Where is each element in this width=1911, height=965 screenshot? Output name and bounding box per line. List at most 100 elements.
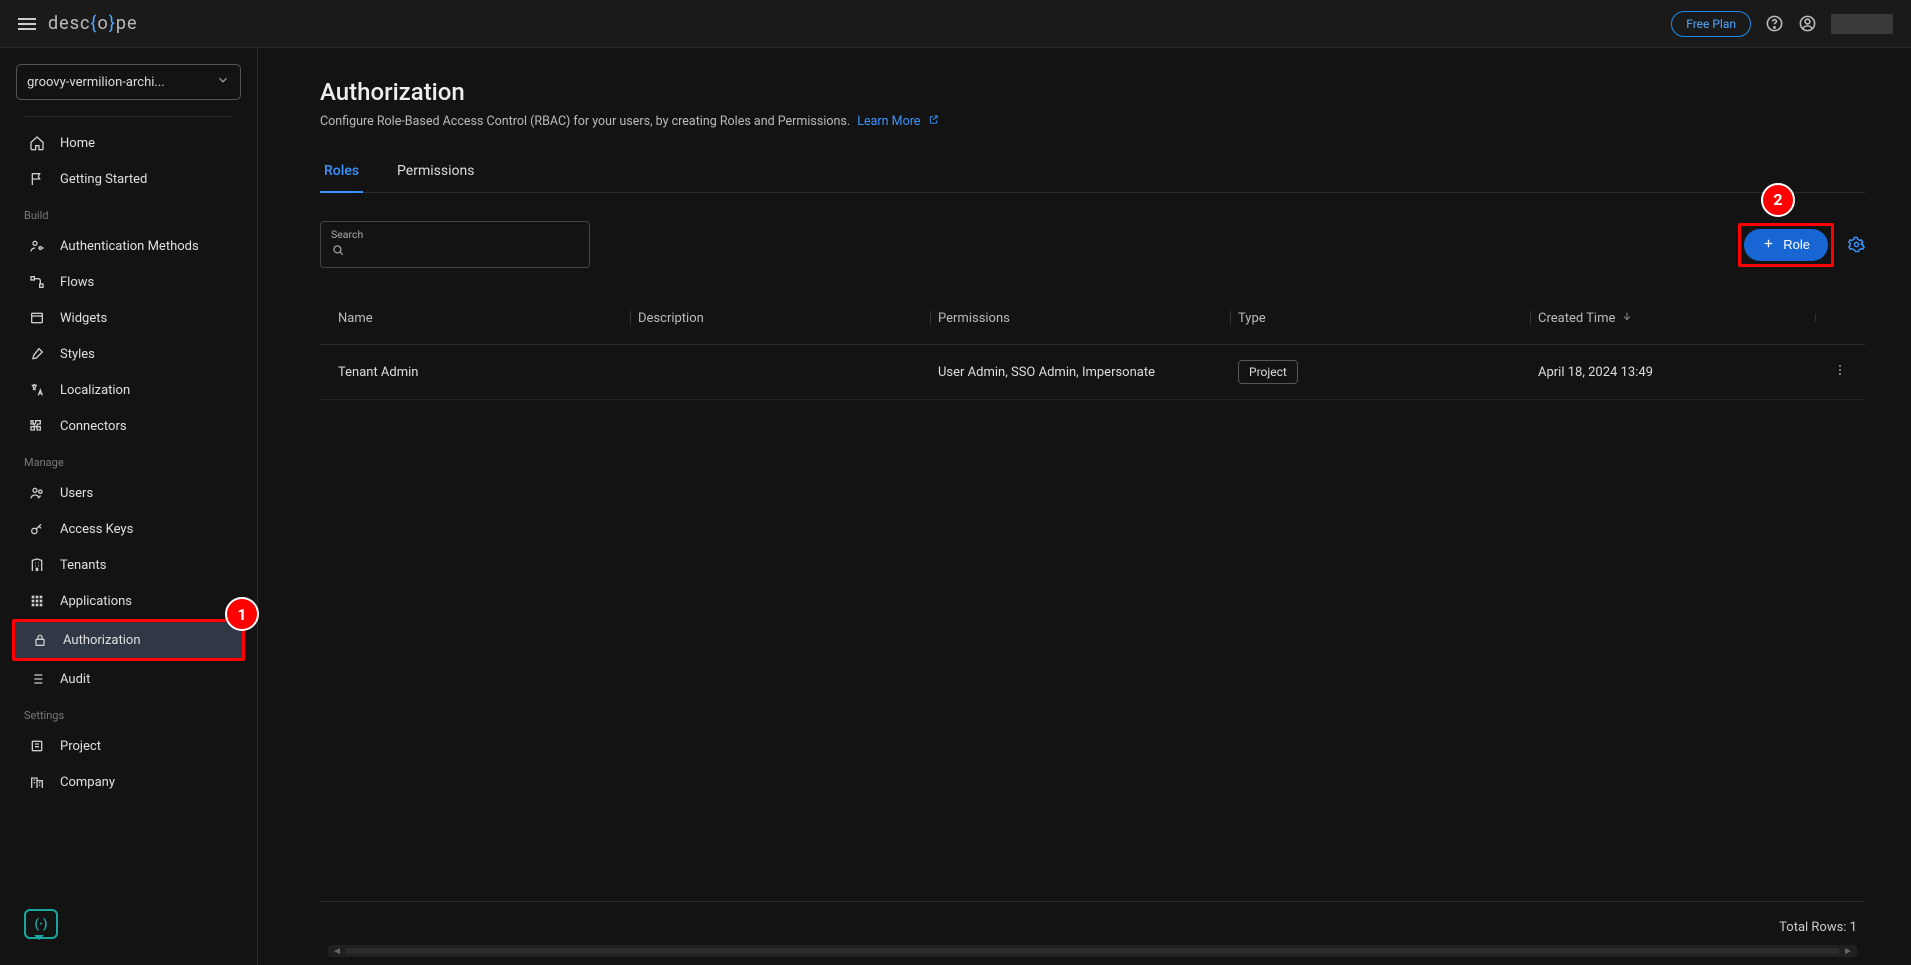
page-subtitle: Configure Role-Based Access Control (RBA… bbox=[320, 114, 1865, 129]
topbar: desc{o}pe Free Plan bbox=[0, 0, 1911, 48]
callout-badge-1: 1 bbox=[225, 597, 259, 631]
chat-widget-icon[interactable]: (·) bbox=[24, 909, 58, 939]
lock-icon bbox=[31, 631, 49, 649]
td-created-time: April 18, 2024 13:49 bbox=[1530, 359, 1815, 386]
user-name-pill[interactable] bbox=[1831, 14, 1893, 34]
sidebar-item-project[interactable]: Project bbox=[12, 728, 245, 764]
td-description bbox=[630, 366, 930, 378]
sidebar-item-applications[interactable]: Applications bbox=[12, 583, 245, 619]
scroll-left-icon[interactable]: ◄ bbox=[328, 946, 346, 957]
sidebar-item-label: Applications bbox=[60, 594, 132, 609]
account-icon[interactable] bbox=[1798, 14, 1817, 33]
callout-badge-2: 2 bbox=[1761, 183, 1795, 217]
users-icon bbox=[28, 484, 46, 502]
sidebar-item-home[interactable]: Home bbox=[12, 125, 245, 161]
sidebar-item-label: Getting Started bbox=[60, 172, 147, 187]
sidebar-item-label: Tenants bbox=[60, 558, 106, 573]
sidebar-item-auth-methods[interactable]: Authentication Methods bbox=[12, 228, 245, 264]
home-icon bbox=[28, 134, 46, 152]
sidebar-item-label: Project bbox=[60, 739, 101, 754]
add-role-label: Role bbox=[1783, 237, 1810, 252]
topbar-left: desc{o}pe bbox=[18, 13, 138, 34]
page-subtitle-text: Configure Role-Based Access Control (RBA… bbox=[320, 114, 850, 129]
sidebar-item-flows[interactable]: Flows bbox=[12, 264, 245, 300]
sidebar: groovy-vermilion-archi... Home Getting S… bbox=[0, 48, 258, 965]
flag-icon bbox=[28, 170, 46, 188]
sidebar-section-manage: Manage bbox=[8, 444, 249, 475]
sidebar-item-label: Flows bbox=[60, 275, 94, 290]
td-name: Tenant Admin bbox=[330, 359, 630, 386]
td-permissions: User Admin, SSO Admin, Impersonate bbox=[930, 359, 1230, 386]
toolbar: Search 2 Role bbox=[320, 221, 1865, 268]
flows-icon bbox=[28, 273, 46, 291]
free-plan-button[interactable]: Free Plan bbox=[1671, 11, 1751, 37]
th-actions bbox=[1815, 308, 1855, 328]
project-icon bbox=[28, 737, 46, 755]
row-menu-icon[interactable] bbox=[1815, 357, 1855, 387]
sidebar-section-settings: Settings bbox=[8, 697, 249, 728]
th-type[interactable]: Type bbox=[1230, 301, 1530, 336]
sidebar-item-label: Authorization bbox=[63, 633, 141, 648]
th-name[interactable]: Name bbox=[330, 301, 630, 336]
sidebar-item-users[interactable]: Users bbox=[12, 475, 245, 511]
logo: desc{o}pe bbox=[48, 13, 138, 34]
sidebar-item-widgets[interactable]: Widgets bbox=[12, 300, 245, 336]
person-key-icon bbox=[28, 237, 46, 255]
th-created-time[interactable]: Created Time bbox=[1530, 300, 1815, 336]
td-type: Project bbox=[1230, 359, 1530, 386]
sidebar-item-connectors[interactable]: Connectors bbox=[12, 408, 245, 444]
search-box[interactable]: Search bbox=[320, 221, 590, 268]
scroll-track[interactable] bbox=[346, 948, 1839, 954]
tab-roles[interactable]: Roles bbox=[320, 153, 363, 193]
building-icon bbox=[28, 556, 46, 574]
search-input[interactable] bbox=[351, 245, 579, 260]
hamburger-menu-icon[interactable] bbox=[18, 18, 36, 30]
help-icon[interactable] bbox=[1765, 14, 1784, 33]
add-role-button[interactable]: Role bbox=[1744, 229, 1828, 261]
plus-icon bbox=[1762, 237, 1775, 253]
tabs: Roles Permissions bbox=[320, 153, 1865, 193]
sidebar-item-authorization[interactable]: Authorization bbox=[12, 619, 245, 661]
apps-icon bbox=[28, 592, 46, 610]
sidebar-item-label: Company bbox=[60, 775, 115, 790]
project-select[interactable]: groovy-vermilion-archi... bbox=[16, 64, 241, 100]
sidebar-item-label: Authentication Methods bbox=[60, 239, 199, 254]
sidebar-section-build: Build bbox=[8, 197, 249, 228]
total-rows: Total Rows: 1 bbox=[320, 902, 1865, 945]
roles-table: Name Description Permissions Type Create… bbox=[320, 292, 1865, 400]
search-label: Search bbox=[331, 228, 579, 241]
sidebar-item-access-keys[interactable]: Access Keys bbox=[12, 511, 245, 547]
table-row[interactable]: Tenant Admin User Admin, SSO Admin, Impe… bbox=[320, 345, 1865, 400]
sidebar-item-getting-started[interactable]: Getting Started bbox=[12, 161, 245, 197]
th-permissions[interactable]: Permissions bbox=[930, 301, 1230, 336]
sort-desc-icon bbox=[1621, 310, 1633, 326]
th-description[interactable]: Description bbox=[630, 301, 930, 336]
sidebar-item-localization[interactable]: Localization bbox=[12, 372, 245, 408]
sidebar-item-label: Localization bbox=[60, 383, 130, 398]
scroll-right-icon[interactable]: ► bbox=[1839, 946, 1857, 957]
horizontal-scrollbar[interactable]: ◄ ► bbox=[328, 945, 1857, 957]
table-settings-icon[interactable] bbox=[1848, 236, 1865, 253]
widgets-icon bbox=[28, 309, 46, 327]
sidebar-item-tenants[interactable]: Tenants bbox=[12, 547, 245, 583]
sidebar-item-audit[interactable]: Audit bbox=[12, 661, 245, 697]
sidebar-item-styles[interactable]: Styles bbox=[12, 336, 245, 372]
th-created-time-label: Created Time bbox=[1538, 311, 1615, 326]
learn-more-link[interactable]: Learn More bbox=[857, 114, 920, 129]
sidebar-item-label: Access Keys bbox=[60, 522, 133, 537]
layout: groovy-vermilion-archi... Home Getting S… bbox=[0, 48, 1911, 965]
key-icon bbox=[28, 520, 46, 538]
page-title: Authorization bbox=[320, 78, 1865, 106]
sidebar-item-label: Audit bbox=[60, 672, 90, 687]
tab-permissions[interactable]: Permissions bbox=[393, 153, 478, 193]
sidebar-item-label: Styles bbox=[60, 347, 95, 362]
project-name: groovy-vermilion-archi... bbox=[27, 75, 165, 90]
list-icon bbox=[28, 670, 46, 688]
puzzle-icon bbox=[28, 417, 46, 435]
type-badge: Project bbox=[1238, 360, 1298, 384]
sidebar-item-company[interactable]: Company bbox=[12, 764, 245, 800]
sidebar-item-label: Users bbox=[60, 486, 93, 501]
sidebar-item-label: Home bbox=[60, 136, 95, 151]
company-icon bbox=[28, 773, 46, 791]
external-link-icon bbox=[928, 114, 939, 129]
